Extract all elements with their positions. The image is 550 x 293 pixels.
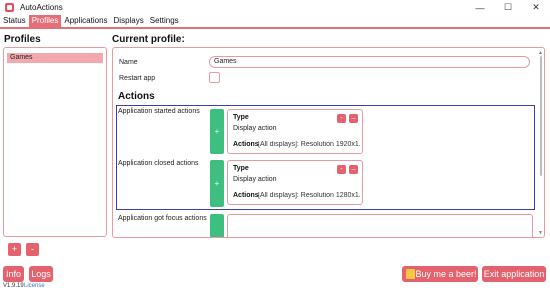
buy-beer-button[interactable]: Buy me a beer! [402, 266, 478, 282]
action-actions-label: Actions [233, 192, 259, 199]
collapse-action-button[interactable]: – [349, 114, 358, 123]
action-type-value: Display action [233, 176, 277, 183]
actions-heading: Actions [118, 91, 155, 102]
add-started-action-button[interactable]: + [210, 109, 224, 154]
remove-profile-button[interactable]: - [26, 243, 39, 256]
current-profile-panel: Name Games Restart app Actions Applicati… [112, 47, 545, 238]
exit-application-button[interactable]: Exit application [482, 266, 546, 282]
close-icon[interactable]: ✕ [522, 0, 550, 15]
started-action-card: Type Display action Actions [All display… [227, 109, 363, 154]
menu-bar: Status Profiles Applications Displays Se… [0, 15, 550, 27]
closed-actions-label: Application closed actions [118, 160, 199, 167]
info-button[interactable]: Info [3, 266, 24, 282]
scroll-down-icon[interactable]: ▼ [538, 231, 543, 236]
minimize-icon[interactable]: — [466, 0, 494, 15]
got-focus-actions-label: Application got focus actions [118, 215, 207, 222]
action-actions-value: [All displays]: Resolution 1280x1... [258, 192, 360, 199]
name-label: Name [119, 59, 138, 66]
menu-item-applications[interactable]: Applications [61, 15, 110, 27]
add-profile-button[interactable]: + [8, 243, 21, 256]
profile-name-input[interactable]: Games [209, 56, 530, 68]
remove-action-button[interactable]: - [337, 165, 346, 174]
logs-button[interactable]: Logs [29, 266, 53, 282]
beer-icon [406, 269, 415, 279]
title-bar: AutoActions — ☐ ✕ [0, 0, 550, 15]
action-type-label: Type [233, 114, 249, 121]
action-actions-label: Actions [233, 141, 259, 148]
restart-app-checkbox[interactable] [209, 72, 220, 83]
add-closed-action-button[interactable]: + [210, 160, 224, 207]
profiles-list: Games [3, 47, 107, 237]
window-title: AutoActions [20, 3, 63, 12]
menu-item-profiles[interactable]: Profiles [28, 15, 62, 27]
menu-item-displays[interactable]: Displays [111, 15, 147, 27]
collapse-action-button[interactable]: – [349, 165, 358, 174]
profile-item-games[interactable]: Games [7, 53, 103, 63]
profiles-heading: Profiles [4, 34, 41, 45]
action-actions-value: [All displays]: Resolution 1920x1... [258, 141, 360, 148]
add-got-focus-action-button[interactable] [210, 214, 224, 237]
remove-action-button[interactable]: - [337, 114, 346, 123]
version-text: V1.9.19 [3, 283, 24, 289]
action-type-label: Type [233, 165, 249, 172]
action-type-value: Display action [233, 125, 277, 132]
app-icon [5, 3, 14, 12]
menu-item-settings[interactable]: Settings [147, 15, 182, 27]
menu-underline [0, 27, 550, 29]
restart-app-label: Restart app [119, 75, 156, 82]
got-focus-actions-area [227, 214, 533, 237]
maximize-icon[interactable]: ☐ [494, 0, 522, 15]
menu-item-status[interactable]: Status [0, 15, 29, 27]
profile-scrollbar-thumb[interactable] [540, 56, 542, 176]
scroll-up-icon[interactable]: ▲ [538, 51, 543, 56]
buy-beer-label: Buy me a beer! [415, 269, 477, 279]
current-profile-heading: Current profile: [112, 34, 185, 45]
license-link[interactable]: License [24, 283, 45, 289]
window-controls: — ☐ ✕ [466, 0, 550, 15]
started-actions-label: Application started actions [118, 108, 200, 115]
closed-action-card: Type Display action Actions [All display… [227, 160, 363, 205]
